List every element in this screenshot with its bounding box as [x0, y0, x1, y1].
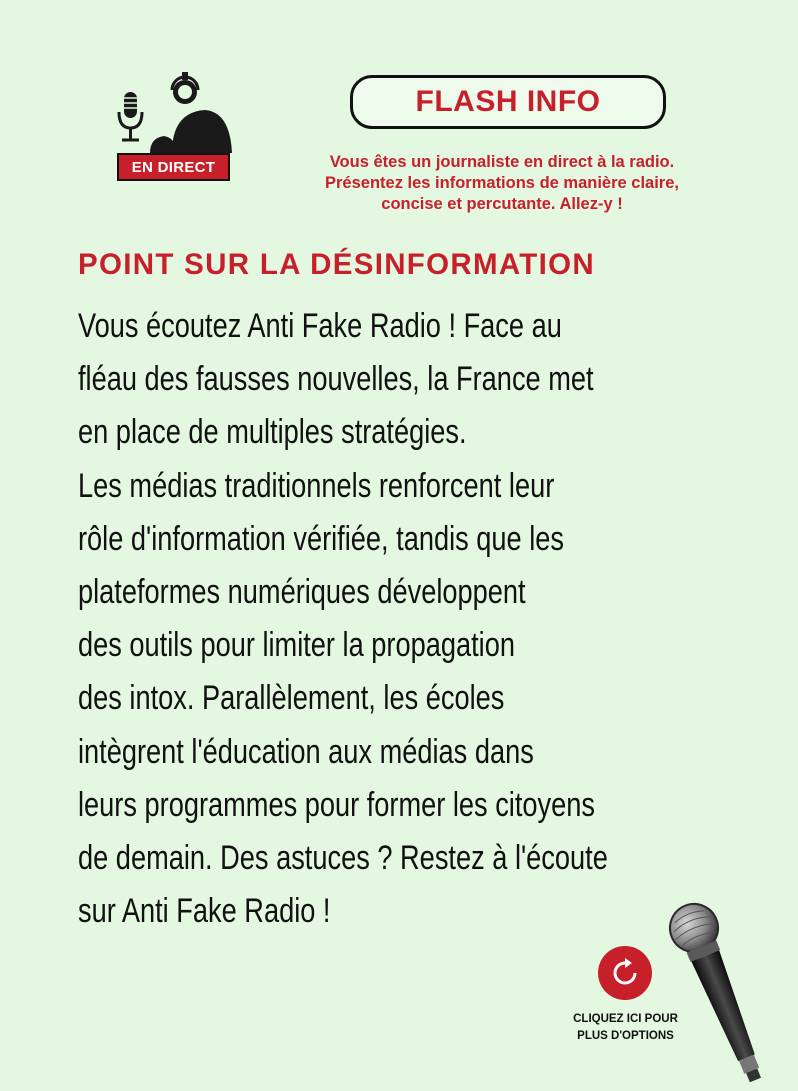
instruction-line: Présentez les informations de manière cl…: [325, 174, 679, 192]
body-line: intègrent l'éducation aux médias dans: [78, 732, 534, 771]
flash-info-title: FLASH INFO: [350, 75, 666, 129]
flash-info-label: FLASH INFO: [415, 85, 601, 118]
refresh-icon: [613, 958, 637, 985]
body-line: de demain. Des astuces ? Restez à l'écou…: [78, 839, 608, 878]
body-line: leurs programmes pour former les citoyen…: [78, 785, 595, 824]
live-badge: EN DIRECT: [117, 153, 230, 181]
body-line: Les médias traditionnels renforcent leur: [78, 466, 555, 505]
body-line: en place de multiples stratégies.: [78, 413, 467, 452]
instruction-line: concise et percutante. Allez-y !: [381, 195, 623, 213]
body-line: Vous écoutez Anti Fake Radio ! Face au: [78, 307, 562, 345]
instruction-line: Vous êtes un journaliste en direct à la …: [329, 153, 675, 171]
body-line: des outils pour limiter la propagation: [78, 626, 515, 665]
more-options-button[interactable]: [598, 946, 652, 1000]
news-body: Vous écoutez Anti Fake Radio ! Face au f…: [78, 300, 738, 938]
body-line: plateformes numériques développent: [78, 573, 526, 612]
body-line: rôle d'information vérifiée, tandis que …: [78, 519, 564, 558]
journalist-instruction: Vous êtes un journaliste en direct à la …: [252, 152, 752, 215]
body-line: des intox. Parallèlement, les écoles: [78, 679, 505, 718]
section-title: POINT SUR LA DÉSINFORMATION: [78, 248, 595, 281]
handheld-microphone-icon: [669, 903, 761, 1083]
body-line: sur Anti Fake Radio !: [78, 892, 331, 931]
body-line: fléau des fausses nouvelles, la France m…: [78, 360, 594, 399]
flash-info-card: EN DIRECT FLASH INFO Vous êtes un journa…: [0, 0, 798, 1091]
